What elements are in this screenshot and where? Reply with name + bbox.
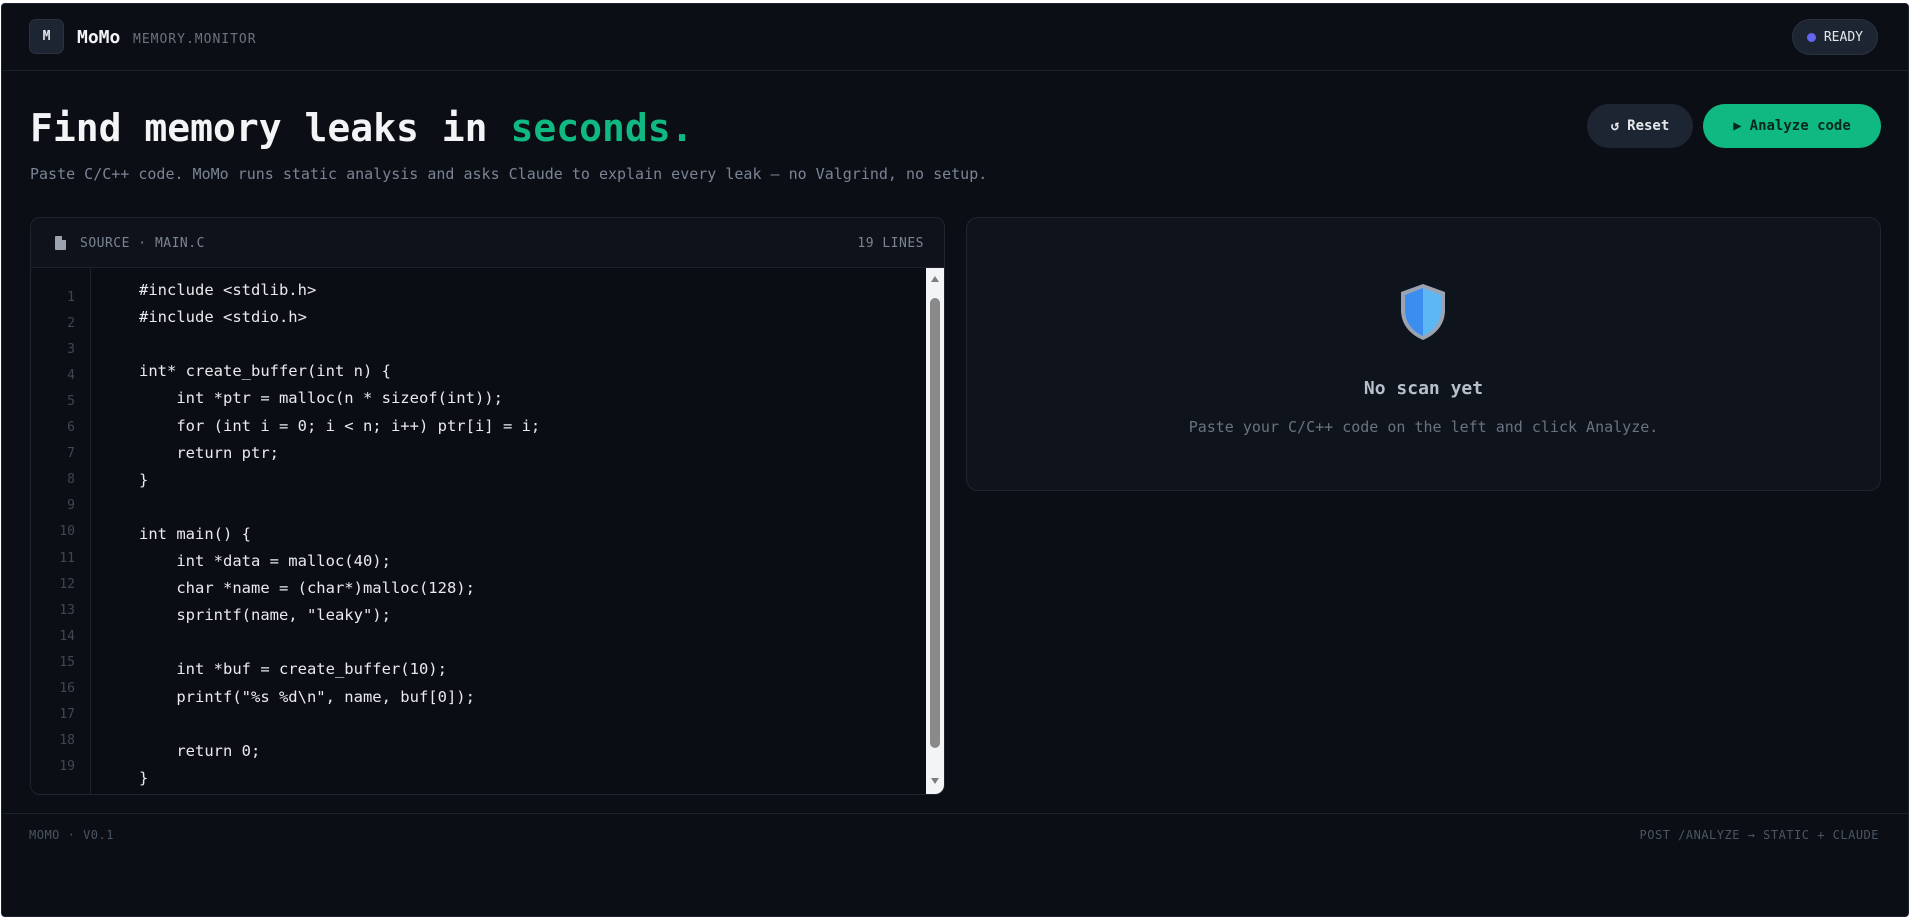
code-line: #include <stdio.h> [139, 308, 307, 327]
logo: M [29, 19, 64, 54]
status-badge: READY [1791, 19, 1878, 55]
line-number: 2 [67, 316, 75, 332]
status-label: READY [1823, 29, 1863, 45]
code-line: int *buf = create_buffer(10); [139, 660, 447, 679]
editor-scrollbar[interactable] [926, 268, 944, 794]
line-number: 18 [59, 732, 75, 748]
title-accent: seconds. [510, 106, 694, 150]
page-subtitle: Paste C/C++ code. MoMo runs static analy… [30, 165, 988, 183]
line-number: 14 [59, 628, 75, 644]
status-dot-icon [1806, 32, 1816, 42]
line-number-gutter: 1 2 3 4 5 6 7 8 9 10 11 12 13 14 15 16 17 18 19 [31, 268, 91, 794]
line-number: 13 [59, 602, 75, 618]
line-number: 7 [67, 446, 75, 462]
code-line: sprintf(name, "leaky"); [139, 606, 391, 625]
page-title: Find memory leaks in seconds. [30, 105, 693, 151]
code-line: int main() { [139, 524, 251, 543]
code-line: return 0; [139, 741, 261, 760]
brand-name: MoMo [77, 27, 121, 48]
empty-state-hint: Paste your C/C++ code on the left and cl… [1188, 418, 1659, 436]
reset-icon: ↺ [1610, 118, 1620, 134]
line-count: 19 LINES [857, 236, 924, 251]
code-input[interactable]: #include <stdlib.h> #include <stdio.h> int… [91, 268, 926, 794]
code-line: #include <stdlib.h> [139, 281, 317, 299]
footer-divider [2, 813, 1908, 814]
editor-header: SOURCE · MAIN.C 19 LINES [31, 218, 944, 268]
top-bar: M MoMo MEMORY.MONITOR READY [2, 4, 1908, 71]
title-main: Find memory leaks in [30, 106, 511, 150]
file-icon [55, 236, 66, 250]
scroll-down-icon[interactable] [931, 778, 939, 784]
line-number: 9 [67, 498, 75, 514]
code-line: return ptr; [139, 443, 279, 462]
line-number: 3 [67, 342, 75, 358]
scroll-up-icon[interactable] [931, 276, 939, 282]
line-number: 6 [67, 420, 75, 436]
line-number: 10 [59, 524, 75, 540]
code-line: } [139, 470, 149, 489]
reset-button[interactable]: ↺ Reset [1587, 104, 1693, 148]
line-number: 15 [59, 654, 75, 670]
line-number: 17 [59, 706, 75, 722]
line-number: 19 [59, 758, 75, 774]
code-line: int *data = malloc(40); [139, 552, 391, 570]
code-line: char *name = (char*)malloc(128); [139, 579, 475, 598]
line-number: 5 [67, 394, 75, 410]
line-number: 16 [59, 680, 75, 696]
results-panel: No scan yet Paste your C/C++ code on the… [966, 217, 1881, 491]
footer-version: MOMO · V0.1 [29, 828, 114, 842]
editor-filename: SOURCE · MAIN.C [80, 236, 205, 251]
brand-subtitle: MEMORY.MONITOR [133, 32, 257, 47]
analyze-label: Analyze code [1749, 118, 1851, 134]
code-line: int* create_buffer(int n) { [139, 362, 391, 381]
empty-state-title: No scan yet [1363, 378, 1484, 399]
line-number: 8 [67, 472, 75, 488]
line-number: 12 [59, 576, 75, 592]
code-line: printf("%s %d\n", name, buf[0]); [139, 687, 475, 706]
app-window: M MoMo MEMORY.MONITOR READY Find memory … [1, 3, 1909, 917]
line-number: 4 [67, 368, 75, 384]
code-line: } [139, 768, 149, 787]
line-number: 11 [59, 550, 75, 566]
line-number: 1 [67, 290, 75, 305]
analyze-button[interactable]: ▶ Analyze code [1703, 104, 1881, 148]
scroll-thumb[interactable] [930, 298, 940, 748]
code-line: for (int i = 0; i < n; i++) ptr[i] = i; [139, 416, 541, 435]
reset-label: Reset [1627, 118, 1670, 134]
shield-icon [1401, 284, 1445, 340]
footer-endpoint: POST /ANALYZE → STATIC + CLAUDE [1639, 828, 1879, 842]
code-editor: SOURCE · MAIN.C 19 LINES 1 2 3 4 5 6 7 8 9 10 11 12… [30, 217, 945, 795]
code-line: int *ptr = malloc(n * sizeof(int)); [139, 389, 503, 408]
play-icon: ▶ [1733, 118, 1742, 134]
